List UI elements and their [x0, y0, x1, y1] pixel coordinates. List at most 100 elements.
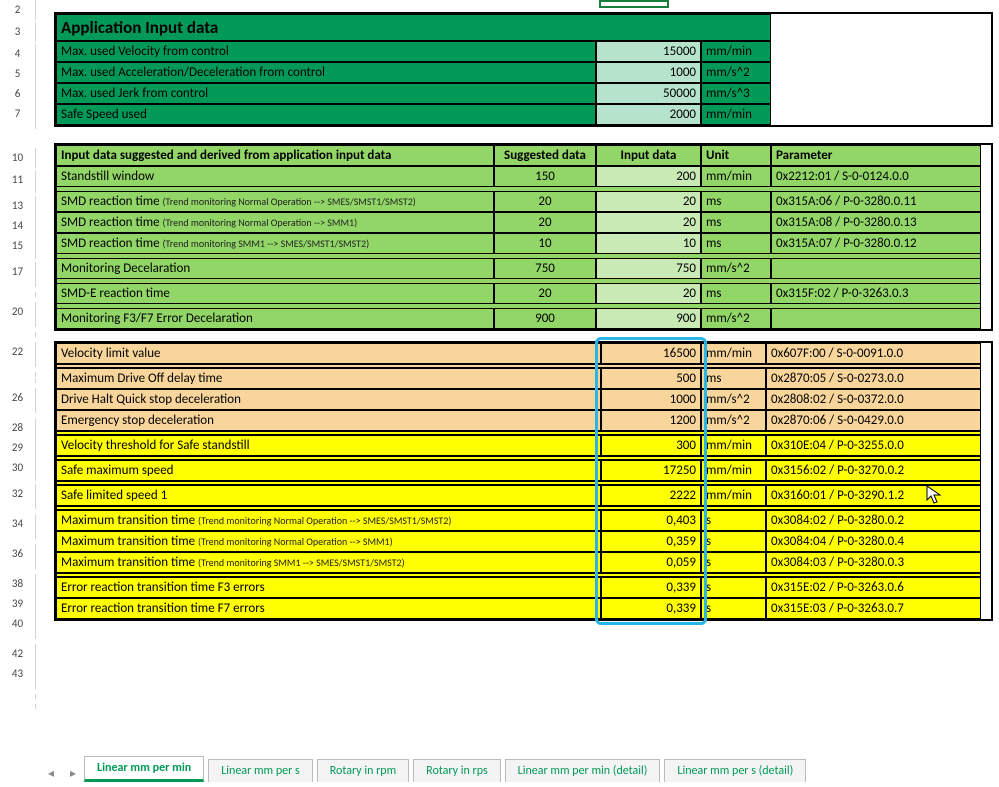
sec1-label[interactable]: Max. used Acceleration/Deceleration from… [56, 62, 596, 83]
row-number[interactable]: 32 [0, 484, 36, 504]
sec3-label[interactable]: Drive Halt Quick stop deceleration [56, 389, 601, 410]
sec3-value[interactable]: 0,059 [601, 552, 701, 573]
sec3-unit[interactable]: mm/min [701, 460, 766, 481]
sec3-value[interactable]: 1200 [601, 410, 701, 431]
sec3-unit[interactable]: s [701, 552, 766, 573]
sec3-label[interactable]: Velocity threshold for Safe standstill [56, 435, 601, 456]
sec3-parameter[interactable]: 0x2808:02 / S-0-0372.0.0 [766, 389, 981, 410]
sec3-parameter[interactable]: 0x3084:03 / P-0-3280.0.3 [766, 552, 981, 573]
sec3-value[interactable]: 0,359 [601, 531, 701, 552]
tab-nav-next[interactable]: ▸ [62, 766, 84, 781]
row-number[interactable]: 34 [0, 514, 36, 534]
sec2-suggested[interactable]: 10 [494, 233, 596, 254]
sec1-value[interactable]: 2000 [596, 104, 701, 125]
sec1-value[interactable]: 1000 [596, 62, 701, 83]
sec2-label[interactable]: SMD reaction time (Trend monitoring Norm… [56, 191, 494, 212]
sec3-value[interactable]: 500 [601, 368, 701, 389]
sec1-label[interactable]: Safe Speed used [56, 104, 596, 125]
sec3-value[interactable]: 16500 [601, 343, 701, 364]
sec3-label[interactable]: Error reaction transition time F3 errors [56, 577, 601, 598]
row-number[interactable]: 40 [0, 614, 36, 634]
sec3-unit[interactable]: mm/s^2 [701, 389, 766, 410]
sec3-unit[interactable]: s [701, 577, 766, 598]
sheet-tab[interactable]: Linear mm per min (detail) [505, 759, 661, 782]
sec2-parameter[interactable]: 0x315F:02 / P-0-3263.0.3 [771, 283, 981, 304]
sec3-parameter[interactable]: 0x3084:04 / P-0-3280.0.4 [766, 531, 981, 552]
sec3-parameter[interactable]: 0x3156:02 / P-0-3270.0.2 [766, 460, 981, 481]
sec3-value[interactable]: 0,339 [601, 598, 701, 619]
row-number[interactable]: 15 [0, 236, 36, 256]
sec3-value[interactable]: 300 [601, 435, 701, 456]
sec3-unit[interactable]: mm/s^2 [701, 410, 766, 431]
sec3-value[interactable]: 0,339 [601, 577, 701, 598]
sheet-tab[interactable]: Linear mm per s [208, 759, 312, 782]
sec2-suggested[interactable]: 900 [494, 308, 596, 329]
sec1-label[interactable]: Max. used Jerk from control [56, 83, 596, 104]
sec2-suggested[interactable]: 20 [494, 283, 596, 304]
sec2-input-value[interactable]: 20 [596, 283, 701, 304]
sec2-input-value[interactable]: 20 [596, 212, 701, 233]
row-number[interactable]: 14 [0, 216, 36, 236]
row-number[interactable]: 30 [0, 458, 36, 478]
row-number[interactable]: 29 [0, 438, 36, 458]
sec2-unit[interactable]: mm/min [701, 166, 771, 187]
sec3-label[interactable]: Safe limited speed 1 [56, 485, 601, 506]
sec2-unit[interactable]: mm/s^2 [701, 258, 771, 279]
sec3-parameter[interactable]: 0x2870:05 / S-0-0273.0.0 [766, 368, 981, 389]
sec3-unit[interactable]: s [701, 510, 766, 531]
sec3-label[interactable]: Safe maximum speed [56, 460, 601, 481]
sec2-label[interactable]: SMD reaction time (Trend monitoring SMM1… [56, 233, 494, 254]
sheet-tab[interactable]: Rotary in rpm [317, 759, 409, 782]
sec3-parameter[interactable]: 0x315E:03 / P-0-3263.0.7 [766, 598, 981, 619]
sec2-input-value[interactable]: 20 [596, 191, 701, 212]
row-number[interactable]: 2 [0, 0, 36, 20]
sec1-unit[interactable]: mm/min [701, 104, 771, 125]
sec3-parameter[interactable]: 0x607F:00 / S-0-0091.0.0 [766, 343, 981, 364]
sheet-tab[interactable]: Rotary in rps [413, 759, 501, 782]
sec3-label[interactable]: Maximum transition time (Trend monitorin… [56, 531, 601, 552]
sec3-unit[interactable]: ms [701, 368, 766, 389]
sec2-parameter[interactable]: 0x315A:06 / P-0-3280.0.11 [771, 191, 981, 212]
sec3-label[interactable]: Maximum transition time (Trend monitorin… [56, 510, 601, 531]
sec3-unit[interactable]: s [701, 531, 766, 552]
row-number[interactable]: 17 [0, 262, 36, 282]
row-number[interactable]: 36 [0, 544, 36, 564]
sec3-label[interactable]: Maximum Drive Off delay time [56, 368, 601, 389]
sec2-unit[interactable]: ms [701, 191, 771, 212]
sec3-value[interactable]: 17250 [601, 460, 701, 481]
row-number[interactable]: 6 [0, 84, 36, 104]
sec3-unit[interactable]: s [701, 598, 766, 619]
row-number[interactable]: 22 [0, 342, 36, 362]
sec2-unit[interactable]: ms [701, 212, 771, 233]
sec1-value[interactable]: 15000 [596, 41, 701, 62]
row-number[interactable]: 3 [0, 22, 36, 42]
sec2-label[interactable]: Standstill window [56, 166, 494, 187]
sec2-parameter[interactable] [771, 258, 981, 279]
sec3-parameter[interactable]: 0x3160:01 / P-0-3290.1.2 [766, 485, 981, 506]
sec2-unit[interactable]: ms [701, 233, 771, 254]
sec3-label[interactable]: Velocity limit value [56, 343, 601, 364]
sec1-label[interactable]: Max. used Velocity from control [56, 41, 596, 62]
row-number[interactable]: 42 [0, 644, 36, 664]
sec3-label[interactable]: Emergency stop deceleration [56, 410, 601, 431]
row-number[interactable]: 5 [0, 64, 36, 84]
row-number[interactable]: 39 [0, 594, 36, 614]
sec2-input-value[interactable]: 10 [596, 233, 701, 254]
sec1-unit[interactable]: mm/min [701, 41, 771, 62]
sec1-unit[interactable]: mm/s^2 [701, 62, 771, 83]
sec3-parameter[interactable]: 0x2870:06 / S-0-0429.0.0 [766, 410, 981, 431]
sec2-input-value[interactable]: 900 [596, 308, 701, 329]
sec3-unit[interactable]: mm/min [701, 343, 766, 364]
sec2-input-value[interactable]: 200 [596, 166, 701, 187]
sec3-label[interactable]: Maximum transition time (Trend monitorin… [56, 552, 601, 573]
sheet-tab[interactable]: Linear mm per s (detail) [664, 759, 806, 782]
sec2-suggested[interactable]: 20 [494, 212, 596, 233]
row-number[interactable]: 20 [0, 302, 36, 322]
sec2-unit[interactable]: mm/s^2 [701, 308, 771, 329]
sec2-label[interactable]: SMD reaction time (Trend monitoring Norm… [56, 212, 494, 233]
sheet-tab[interactable]: Linear mm per min [84, 756, 204, 782]
sec2-parameter[interactable]: 0x2212:01 / S-0-0124.0.0 [771, 166, 981, 187]
sec2-suggested[interactable]: 750 [494, 258, 596, 279]
row-number[interactable]: 4 [0, 44, 36, 64]
sec3-value[interactable]: 2222 [601, 485, 701, 506]
